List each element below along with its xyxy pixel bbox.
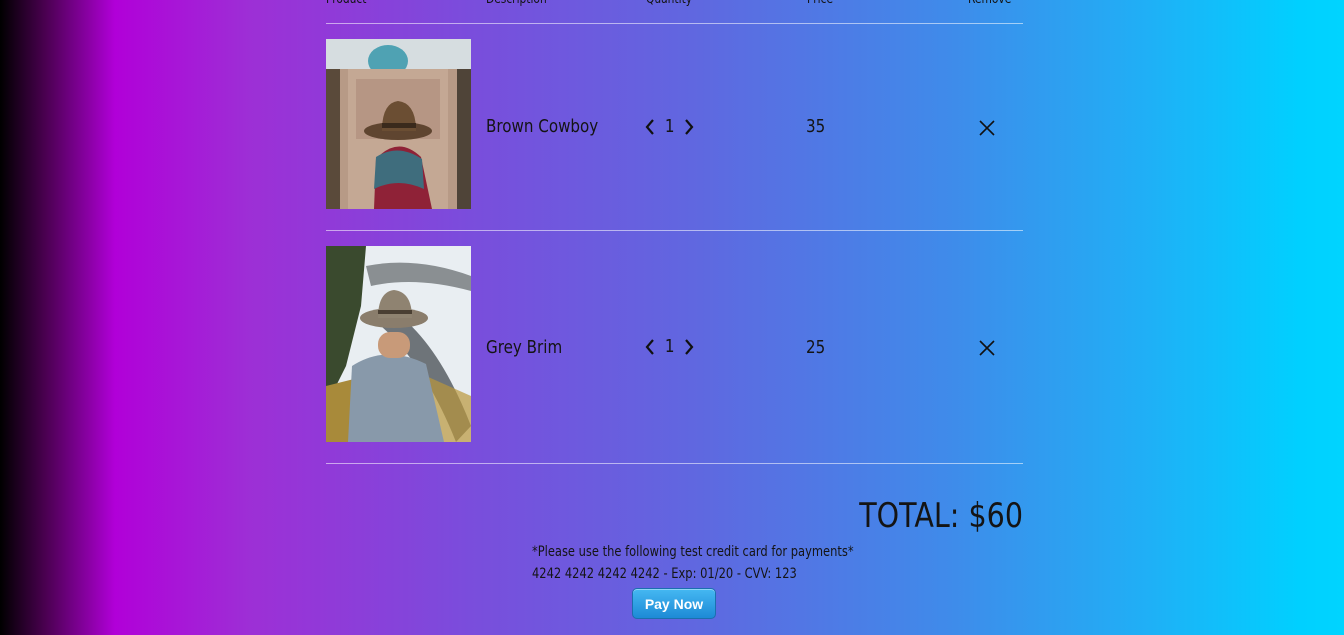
row-divider bbox=[326, 230, 1023, 231]
test-card-details: 4242 4242 4242 4242 - Exp: 01/20 - CVV: … bbox=[532, 566, 797, 582]
header-quantity: Quantity bbox=[646, 0, 692, 12]
quantity-value: 1 bbox=[664, 336, 675, 357]
close-icon[interactable] bbox=[977, 338, 997, 358]
pay-now-button[interactable]: Pay Now bbox=[632, 588, 716, 619]
payment-note: *Please use the following test credit ca… bbox=[532, 544, 854, 560]
row-divider bbox=[326, 23, 1023, 24]
row-divider bbox=[326, 463, 1023, 464]
quantity-stepper: 1 bbox=[644, 336, 695, 357]
item-description: Grey Brim bbox=[486, 337, 563, 358]
header-remove: Remove bbox=[968, 0, 1011, 12]
chevron-left-icon[interactable] bbox=[644, 118, 656, 136]
cart-total: TOTAL: $60 bbox=[859, 496, 1023, 536]
product-image bbox=[326, 39, 471, 209]
chevron-right-icon[interactable] bbox=[683, 118, 695, 136]
item-price: 25 bbox=[806, 337, 826, 358]
quantity-stepper: 1 bbox=[644, 116, 695, 137]
chevron-left-icon[interactable] bbox=[644, 338, 656, 356]
close-icon[interactable] bbox=[977, 118, 997, 138]
header-price: Price bbox=[807, 0, 833, 12]
chevron-right-icon[interactable] bbox=[683, 338, 695, 356]
product-image bbox=[326, 246, 471, 442]
header-product: Product bbox=[326, 0, 366, 12]
item-description: Brown Cowboy bbox=[486, 116, 599, 137]
header-description: Description bbox=[486, 0, 547, 12]
item-price: 35 bbox=[806, 116, 826, 137]
quantity-value: 1 bbox=[664, 116, 675, 137]
